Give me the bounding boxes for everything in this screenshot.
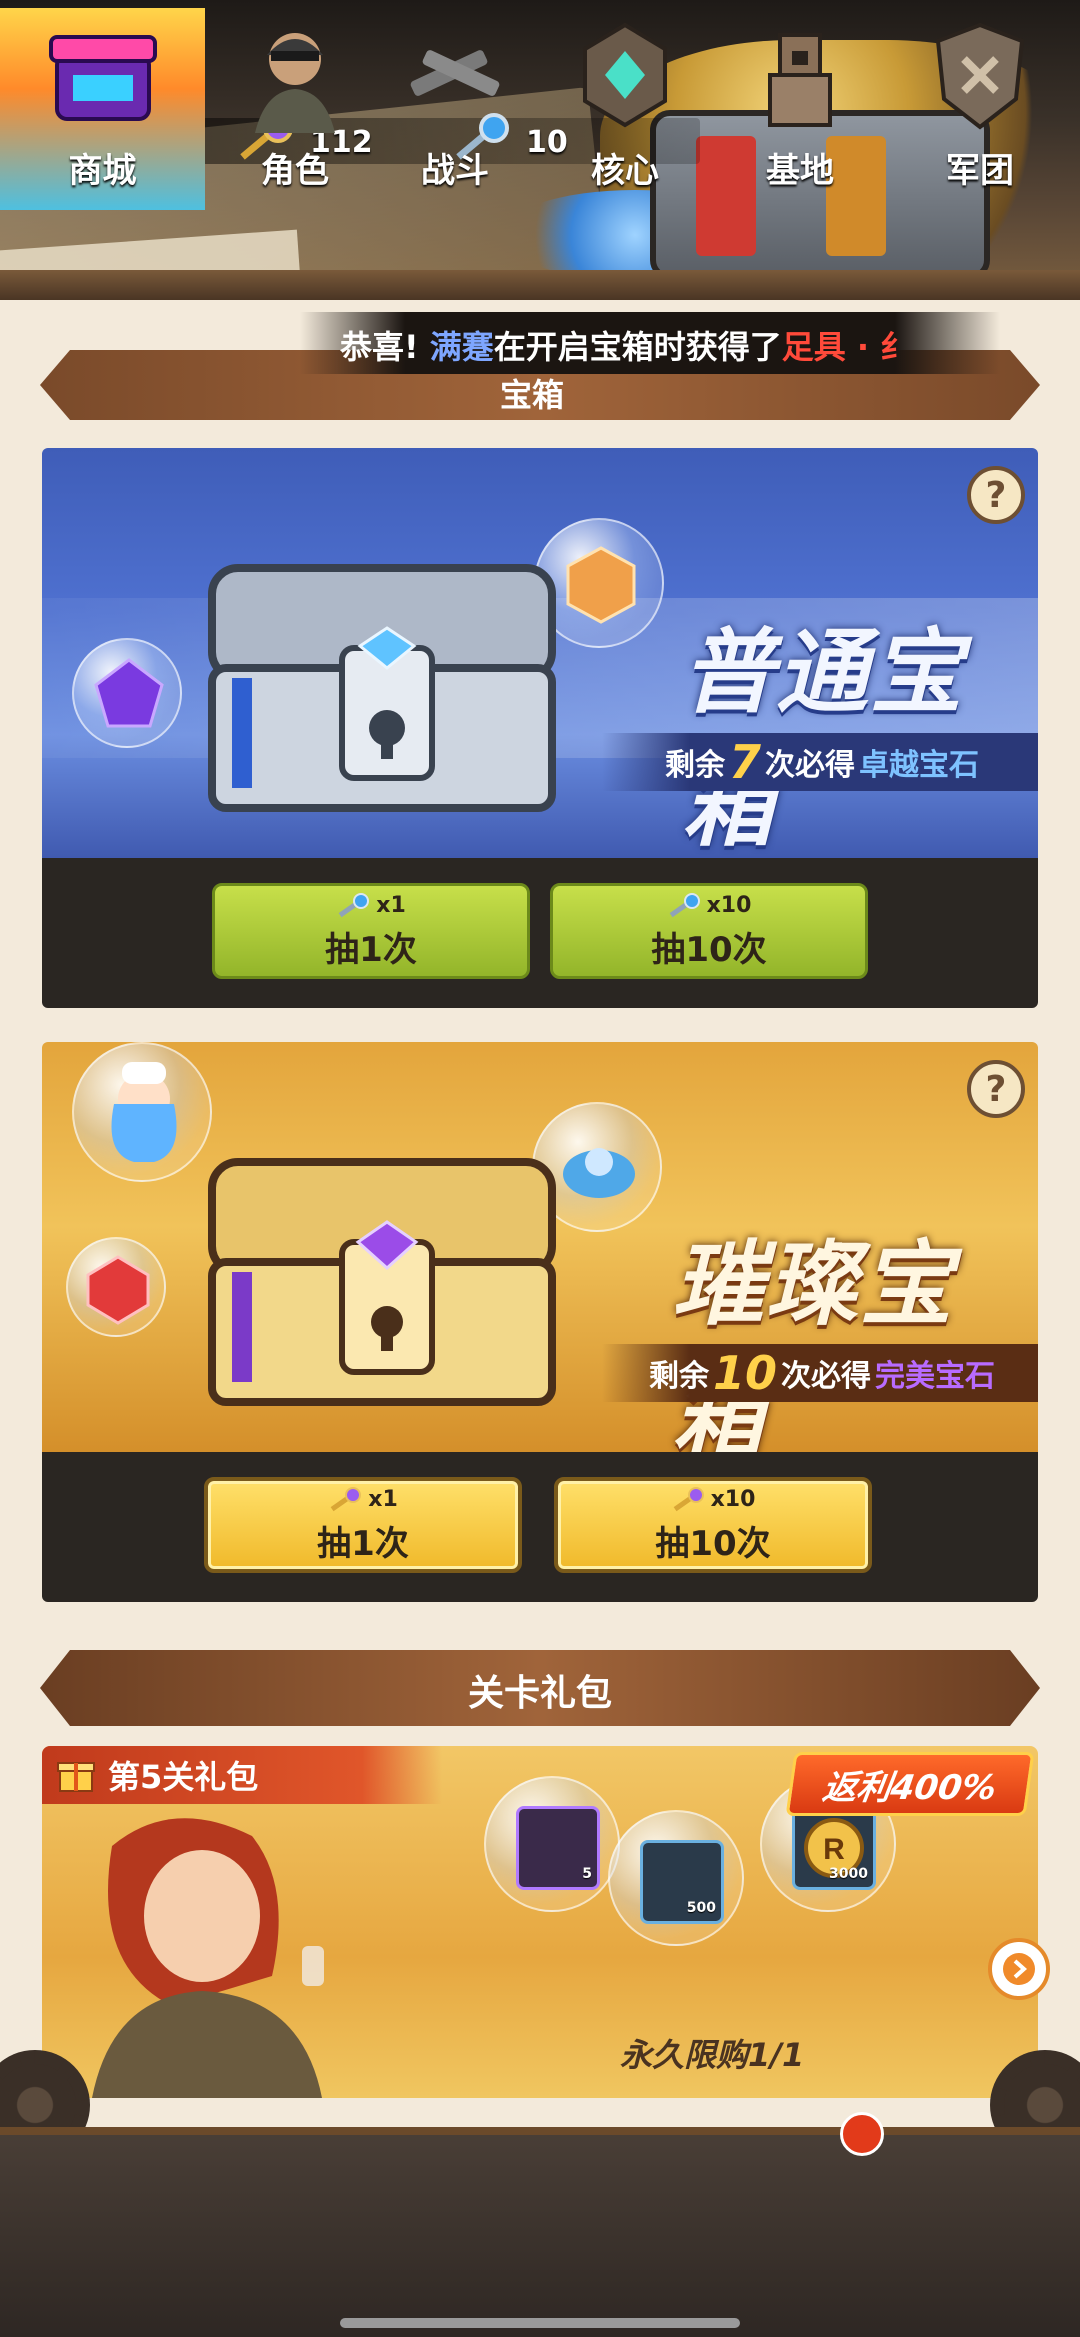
- purple-key-icon: [330, 1486, 362, 1511]
- normal-chest-help-button[interactable]: ?: [967, 466, 1025, 524]
- normal-draw-1-button[interactable]: x1 抽1次: [212, 883, 530, 979]
- marquee-player: 满蹇: [429, 328, 494, 366]
- nav-label: 军团: [946, 151, 1014, 191]
- gift-item-map: 500: [608, 1810, 744, 1946]
- brilliant-chest-panel: 璀璨宝箱 剩余 10 次必得 完美宝石 ? x1 抽1次 x10 抽10次: [42, 1042, 1038, 1602]
- pity-reward: 卓越宝石: [859, 748, 979, 783]
- core-emblem-icon: [583, 22, 667, 128]
- pity-prefix: 剩余: [648, 1359, 709, 1394]
- draw-cost: x10: [706, 893, 752, 918]
- marquee-prefix: 恭喜!: [340, 328, 419, 366]
- pity-reward: 完美宝石: [875, 1359, 995, 1394]
- pack-name-tag: 第5关礼包: [42, 1746, 442, 1804]
- bottom-nav: [0, 2127, 1080, 2337]
- normal-draw-10-button[interactable]: x10 抽10次: [550, 883, 868, 979]
- pity-count: 7: [728, 735, 761, 789]
- purchase-limit: 永久限购1/1: [620, 2036, 805, 2074]
- rebate-badge: 返利400%: [770, 1744, 1050, 1824]
- legion-shield-icon: [935, 22, 1025, 130]
- item-qty: 500: [686, 1900, 716, 1916]
- draw-label: 抽10次: [651, 929, 767, 970]
- marquee-item: 足具 · 纟: [781, 328, 913, 366]
- pity-suffix: 次必得: [781, 1359, 871, 1394]
- gift-item-key: 5: [484, 1776, 620, 1912]
- normal-chest-title: 普通宝箱: [682, 619, 965, 859]
- chevron-right-icon: [1003, 1953, 1035, 1985]
- home-indicator[interactable]: [340, 2318, 740, 2328]
- normal-chest-pity: 剩余 7 次必得 卓越宝石: [602, 733, 1038, 791]
- blue-key-icon: [338, 892, 370, 917]
- draw-label: 抽10次: [655, 1523, 771, 1564]
- nav-role[interactable]: 角色: [205, 8, 385, 210]
- pity-prefix: 剩余: [664, 748, 725, 783]
- brilliant-draw-1-button[interactable]: x1 抽1次: [204, 1477, 522, 1573]
- announcement-marquee: 宝箱 恭喜! 满蹇在开启宝箱时获得了足具 · 纟: [40, 312, 1040, 422]
- pack-name: 第5关礼包: [108, 1758, 259, 1796]
- character-portrait: [92, 1818, 324, 2098]
- soldier-icon: [255, 33, 335, 133]
- stage-gift-header: 关卡礼包: [40, 1650, 1040, 1726]
- nav-label: 商城: [68, 151, 137, 191]
- normal-chest-panel: 普通宝箱 剩余 7 次必得 卓越宝石 ? x1 抽1次 x10 抽10次: [42, 448, 1038, 1008]
- draw-cost: x1: [368, 1487, 398, 1512]
- nav-shop[interactable]: 商城: [0, 8, 205, 210]
- draw-label: 抽1次: [325, 929, 417, 970]
- draw-cost: x10: [710, 1487, 756, 1512]
- stage-gift-title: 关卡礼包: [467, 1673, 612, 1714]
- purple-key-icon: [673, 1486, 704, 1511]
- draw-cost: x1: [376, 893, 406, 918]
- nav-core[interactable]: 核心: [535, 8, 715, 210]
- nav-label: 核心: [591, 151, 659, 191]
- nav-battle[interactable]: 战斗: [365, 8, 545, 210]
- red-gem-bubble: [66, 1237, 166, 1337]
- tower-icon: [768, 33, 832, 127]
- character-bubble: [72, 1042, 212, 1182]
- marquee-middle: 在开启宝箱时获得了: [493, 328, 782, 366]
- svg-text:R: R: [823, 1833, 845, 1866]
- notification-badge: [840, 2112, 884, 2156]
- pity-suffix: 次必得: [765, 748, 855, 783]
- rebate-text: 返利400%: [785, 1752, 1035, 1816]
- nav-legion[interactable]: 军团: [890, 8, 1070, 210]
- red-gem-icon: [86, 1255, 150, 1325]
- marquee-text: 恭喜! 满蹇在开启宝箱时获得了足具 · 纟: [340, 322, 990, 368]
- nav-label: 战斗: [421, 151, 489, 191]
- shop-icon: [48, 35, 157, 121]
- pity-count: 10: [712, 1346, 777, 1400]
- next-arrow-button[interactable]: [988, 1938, 1050, 2000]
- brilliant-draw-10-button[interactable]: x10 抽10次: [554, 1477, 872, 1573]
- normal-chest-action-bar: [42, 858, 1038, 1008]
- nav-border: [0, 2127, 1080, 2135]
- normal-chest-icon: [208, 564, 556, 812]
- item-qty: 3000: [829, 1866, 868, 1882]
- brilliant-chest-help-button[interactable]: ?: [967, 1060, 1025, 1118]
- brilliant-chest-pity: 剩余 10 次必得 完美宝石: [602, 1344, 1038, 1402]
- header-trim: [0, 270, 1080, 300]
- brilliant-chest-icon: [208, 1158, 556, 1406]
- item-qty: 5: [582, 1866, 592, 1882]
- nav-label: 角色: [261, 151, 329, 191]
- gift-icon: [57, 1762, 95, 1792]
- nav-label: 基地: [766, 151, 834, 191]
- purple-gem-icon: [94, 658, 164, 728]
- brilliant-chest-title: 璀璨宝箱: [672, 1231, 955, 1471]
- brilliant-chest-action-bar: [42, 1452, 1038, 1602]
- blue-key-icon: [669, 892, 700, 917]
- draw-label: 抽1次: [317, 1523, 409, 1564]
- chest-section-title: 宝箱: [500, 376, 565, 414]
- crossed-guns-icon: [410, 50, 500, 96]
- nav-base[interactable]: 基地: [710, 8, 890, 210]
- purple-gem-bubble: [72, 638, 182, 748]
